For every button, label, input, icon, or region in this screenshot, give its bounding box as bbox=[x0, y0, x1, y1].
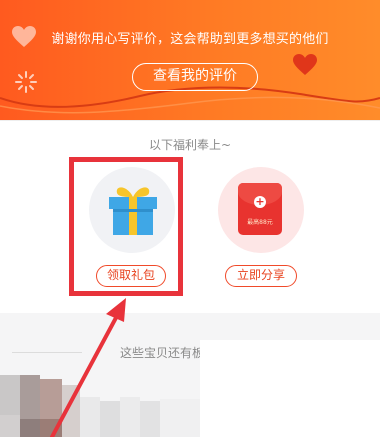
review-thanks-banner: 谢谢你用心写评价，这会帮助到更多想买的他们 查看我的评价 bbox=[0, 0, 380, 120]
view-my-review-button[interactable]: 查看我的评价 bbox=[132, 63, 258, 91]
red-packet-amount: 最高88元 bbox=[247, 219, 273, 226]
divider bbox=[0, 120, 380, 121]
heart-icon bbox=[293, 54, 317, 75]
blurred-product-thumbnails bbox=[0, 375, 200, 437]
plus-icon: + bbox=[254, 195, 266, 208]
annotation-highlight-box bbox=[69, 157, 183, 296]
perks-title: 以下福利奉上~ bbox=[148, 138, 232, 152]
share-card[interactable]: + 最高88元 bbox=[218, 167, 304, 253]
obscured-area bbox=[200, 340, 380, 437]
recommend-section-title: 这些宝贝还有板 bbox=[120, 346, 205, 360]
sparkle-icon bbox=[15, 71, 37, 93]
thanks-message: 谢谢你用心写评价，这会帮助到更多想买的他们 bbox=[51, 32, 329, 47]
share-now-button[interactable]: 立即分享 bbox=[225, 265, 297, 287]
banner-wave-decoration bbox=[0, 86, 380, 114]
divider bbox=[12, 352, 82, 353]
red-packet-icon: + 最高88元 bbox=[238, 183, 282, 235]
